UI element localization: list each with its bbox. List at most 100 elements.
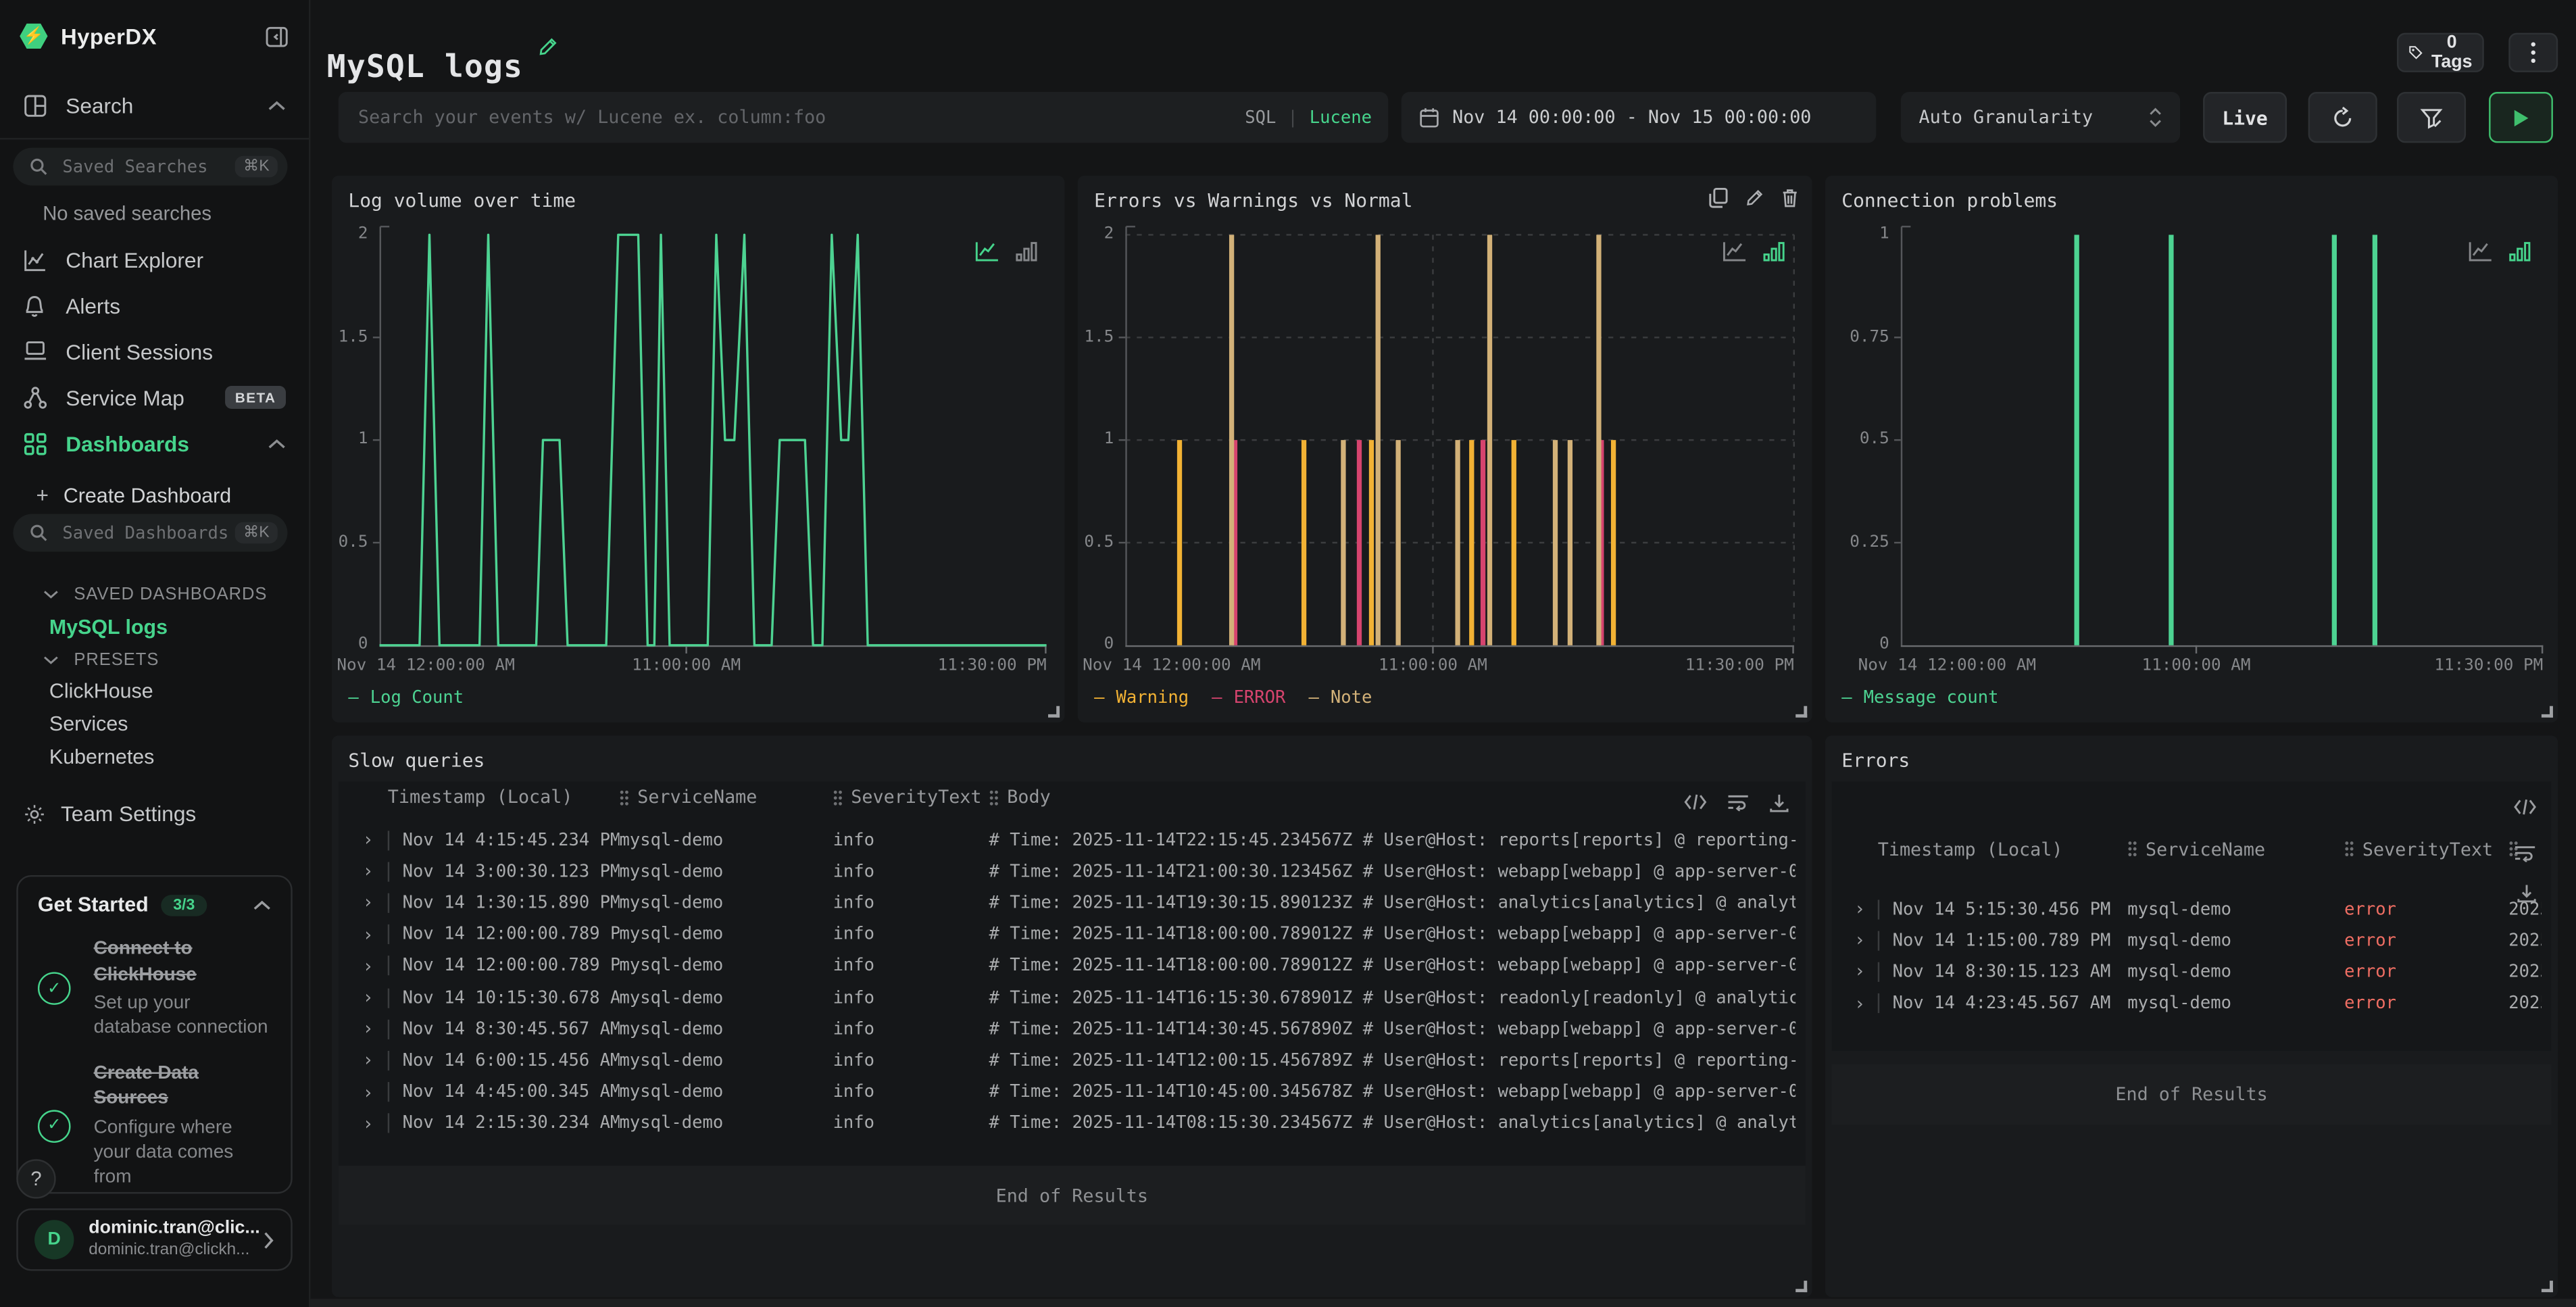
run-query-button[interactable] (2489, 92, 2553, 143)
chevron-up-icon[interactable] (268, 99, 286, 111)
column-drag-handle[interactable] (833, 789, 843, 806)
granularity-select[interactable]: Auto Granularity (1901, 92, 2180, 143)
resize-handle[interactable] (2542, 706, 2553, 718)
legend-item[interactable]: —Log Count (348, 688, 464, 708)
presets-section[interactable]: PRESETS (43, 650, 159, 670)
column-drag-handle[interactable] (989, 789, 999, 806)
code-icon[interactable] (1684, 793, 1707, 812)
saved-dashboards-search[interactable]: ⌘K (13, 514, 287, 551)
sidebar-item-dashboards[interactable]: Dashboards (0, 420, 309, 466)
wrap-lines-icon[interactable] (1727, 793, 1750, 812)
table-row[interactable]: ›Nov 14 1:30:15.890 PMmysql-demoinfo# Ti… (348, 887, 1795, 919)
saved-searches-input[interactable] (59, 155, 236, 178)
expand-row-icon[interactable]: › (348, 924, 387, 945)
help-button[interactable]: ? (16, 1159, 55, 1198)
get-started-item[interactable]: ✓Create Data SourcesConfigure where your… (38, 1062, 271, 1190)
legend-item[interactable]: —ERROR (1212, 688, 1285, 708)
expand-row-icon[interactable]: › (348, 987, 387, 1008)
no-saved-searches-text: No saved searches (43, 202, 212, 225)
sidebar-item-mysql-logs[interactable]: MySQL logs (49, 616, 168, 639)
expand-row-icon[interactable]: › (348, 861, 387, 883)
sidebar-item-kubernetes[interactable]: Kubernetes (49, 745, 154, 768)
column-header[interactable]: SeverityText (2344, 838, 2508, 860)
filter-button[interactable] (2397, 92, 2466, 143)
lucene-toggle[interactable]: Lucene (1310, 107, 1372, 127)
resize-handle[interactable] (1795, 706, 1807, 718)
sidebar-item-chart-explorer[interactable]: Chart Explorer (0, 237, 309, 282)
code-icon[interactable] (2514, 798, 2537, 816)
column-header[interactable]: Timestamp (Local) (1878, 838, 2128, 860)
expand-row-icon[interactable]: › (348, 1113, 387, 1135)
expand-row-icon[interactable]: › (1841, 898, 1877, 920)
table-row[interactable]: ›Nov 14 10:15:30.678 AMmysql-demoinfo# T… (348, 982, 1795, 1014)
table-row[interactable]: ›Nov 14 6:00:15.456 AMmysql-demoinfo# Ti… (348, 1045, 1795, 1077)
sidebar-item-services[interactable]: Services (49, 712, 128, 735)
live-button[interactable]: Live (2203, 92, 2287, 143)
legend-item[interactable]: —Warning (1094, 688, 1189, 708)
column-header[interactable]: SeverityText (833, 787, 989, 808)
chevron-up-icon[interactable] (268, 437, 286, 449)
resize-handle[interactable] (1048, 706, 1060, 718)
column-header[interactable]: Body (989, 787, 1796, 808)
create-dashboard-button[interactable]: + Create Dashboard (36, 483, 231, 507)
saved-dashboards-input[interactable] (59, 521, 236, 544)
expand-row-icon[interactable]: › (348, 829, 387, 851)
sidebar-collapse-icon[interactable] (264, 24, 289, 48)
sidebar-item-client-sessions[interactable]: Client Sessions (0, 328, 309, 374)
more-options-button[interactable] (2508, 33, 2558, 72)
horizontal-scrollbar[interactable] (310, 1299, 2575, 1307)
table-row[interactable]: ›Nov 14 1:15:00.789 PMmysql-demoerror202… (1841, 924, 2542, 956)
expand-row-icon[interactable]: › (348, 1050, 387, 1072)
get-started-item[interactable]: ✓Connect to ClickHouseSet up your databa… (38, 937, 271, 1041)
date-range-picker[interactable]: Nov 14 00:00:00 - Nov 15 00:00:00 (1402, 92, 1877, 143)
table-row[interactable]: ›Nov 14 12:00:00.789 PMmysql-demoinfo# T… (348, 919, 1795, 951)
table-row[interactable]: ›Nov 14 8:30:45.567 AMmysql-demoinfo# Ti… (348, 1013, 1795, 1045)
table-row[interactable]: ›Nov 14 4:23:45.567 AMmysql-demoerror202… (1841, 988, 2542, 1020)
download-icon[interactable] (1769, 793, 1789, 812)
download-icon[interactable] (2517, 883, 2536, 903)
sql-toggle[interactable]: SQL (1245, 107, 1276, 127)
expand-row-icon[interactable]: › (1841, 930, 1877, 952)
legend-item[interactable]: —Note (1308, 688, 1372, 708)
column-header[interactable]: ServiceName (2127, 838, 2344, 860)
tags-button[interactable]: 0 Tags (2397, 33, 2484, 72)
table-row[interactable]: ›Nov 14 12:00:00.789 PMmysql-demoinfo# T… (348, 950, 1795, 982)
expand-row-icon[interactable]: › (348, 892, 387, 914)
legend-item[interactable]: —Message count (1841, 688, 1998, 708)
table-row[interactable]: ›Nov 14 5:15:30.456 PMmysql-demoerror202… (1841, 893, 2542, 925)
table-row[interactable]: ›Nov 14 3:00:30.123 PMmysql-demoinfo# Ti… (348, 856, 1795, 887)
event-search-input[interactable] (355, 105, 1245, 129)
user-profile[interactable]: D dominic.tran@clic... dominic.tran@clic… (16, 1208, 292, 1271)
column-drag-handle[interactable] (2344, 841, 2354, 857)
expand-row-icon[interactable]: › (348, 1081, 387, 1103)
wrap-lines-icon[interactable] (2514, 844, 2537, 862)
event-search[interactable]: SQL | Lucene (339, 92, 1388, 143)
saved-searches-search[interactable]: ⌘K (13, 148, 287, 186)
get-started-header[interactable]: Get Started 3/3 (38, 893, 271, 916)
column-header[interactable]: Timestamp (Local) (388, 787, 620, 808)
expand-row-icon[interactable]: › (1841, 961, 1877, 983)
cell-service: mysql-demo (620, 1051, 833, 1070)
table-row[interactable]: ›Nov 14 4:45:00.345 AMmysql-demoinfo# Ti… (348, 1077, 1795, 1108)
table-row[interactable]: ›Nov 14 2:15:30.234 AMmysql-demoinfo# Ti… (348, 1108, 1795, 1139)
sidebar-item-team-settings[interactable]: Team Settings (23, 802, 196, 826)
resize-handle[interactable] (2542, 1281, 2553, 1292)
column-drag-handle[interactable] (620, 789, 630, 806)
sidebar-item-label: Dashboards (66, 431, 189, 455)
sidebar-item-search[interactable]: Search (0, 82, 309, 128)
edit-title-icon[interactable] (537, 36, 559, 57)
table-row[interactable]: ›Nov 14 4:15:45.234 PMmysql-demoinfo# Ti… (348, 824, 1795, 856)
table-row[interactable]: ›Nov 14 8:30:15.123 AMmysql-demoerror202… (1841, 956, 2542, 988)
sidebar-item-service-map[interactable]: Service MapBETA (0, 374, 309, 420)
expand-row-icon[interactable]: › (348, 1018, 387, 1040)
column-header[interactable]: ServiceName (620, 787, 833, 808)
refresh-button[interactable] (2308, 92, 2377, 143)
expand-row-icon[interactable]: › (348, 956, 387, 977)
sidebar-item-alerts[interactable]: Alerts (0, 282, 309, 328)
saved-dashboards-section[interactable]: SAVED DASHBOARDS (43, 585, 267, 604)
resize-handle[interactable] (1795, 1281, 1807, 1292)
sidebar-item-clickhouse[interactable]: ClickHouse (49, 680, 153, 703)
expand-row-icon[interactable]: › (1841, 993, 1877, 1014)
chevron-up-icon[interactable] (253, 899, 271, 910)
column-drag-handle[interactable] (2127, 841, 2137, 857)
